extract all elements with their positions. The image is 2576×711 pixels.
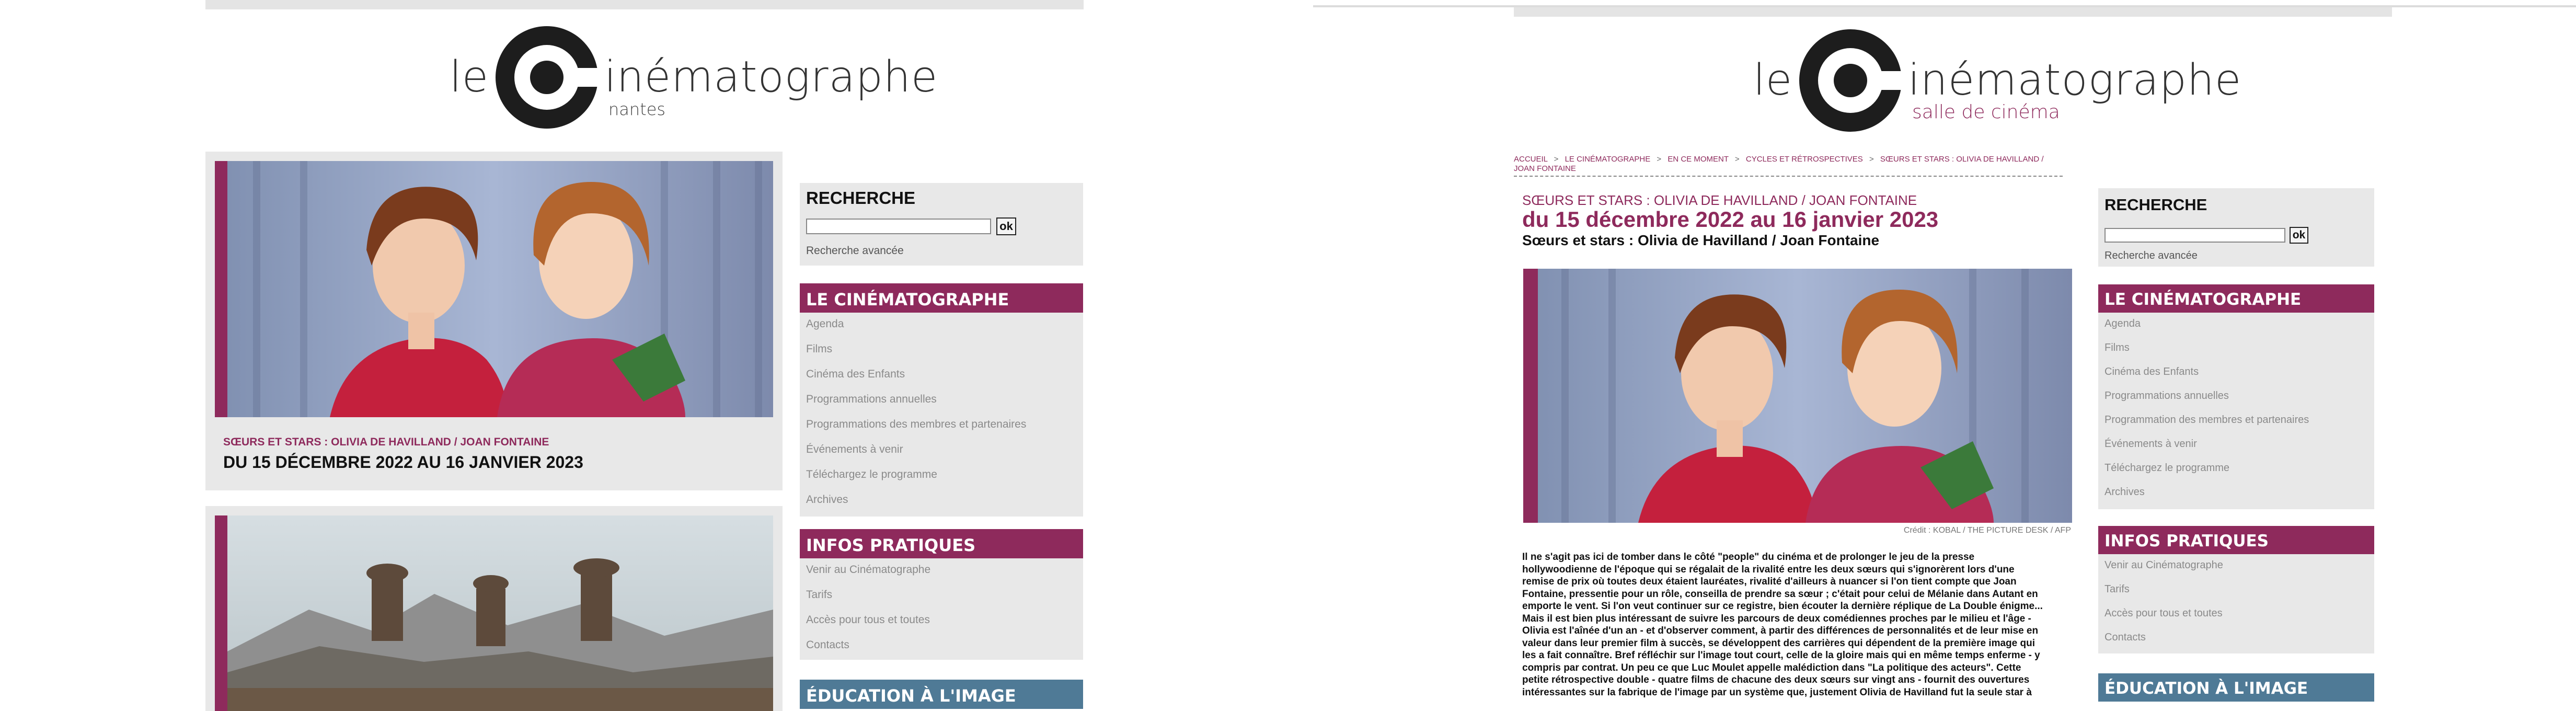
nav-agenda[interactable]: Agenda <box>2104 318 2141 330</box>
cinematographe-head: LE CINÉMATOGRAPHE <box>2098 284 2374 313</box>
infos-head: INFOS PRATIQUES <box>2098 526 2374 554</box>
advanced-search-link[interactable]: Recherche avancée <box>2104 250 2198 262</box>
body-line: petite rétrospective double - quatre fil… <box>1522 674 2030 685</box>
nav-telechargez[interactable]: Téléchargez le programme <box>806 468 937 481</box>
search-box: RECHERCHE ok Recherche avancée <box>800 183 1083 266</box>
article-dates: du 15 décembre 2022 au 16 janvier 2023 <box>1522 207 1939 232</box>
nav-contacts[interactable]: Contacts <box>2104 632 2146 644</box>
nav-contacts[interactable]: Contacts <box>806 639 849 651</box>
search-label: RECHERCHE <box>2104 196 2207 214</box>
nav-venir[interactable]: Venir au Cinématographe <box>806 564 930 576</box>
crumb-sep: > <box>1554 155 1559 164</box>
article-subtitle: Sœurs et stars : Olivia de Havilland / J… <box>1522 232 1880 248</box>
body-line: Mais il est bien plus intéressant de sui… <box>1522 613 2031 624</box>
search-box: RECHERCHE ok Recherche avancée <box>2098 188 2374 267</box>
feature-card[interactable]: SŒURS ET STARS : OLIVIA DE HAVILLAND / J… <box>205 152 783 490</box>
logo-c-icon <box>496 26 600 129</box>
crumb-sep: > <box>1657 155 1662 164</box>
logo-word: inématographe <box>1908 55 2242 105</box>
body-line: hollywoodienne de l'époque qui se régala… <box>1522 564 2015 575</box>
site-logo[interactable]: le inématographe salle de cinéma <box>1753 26 2241 141</box>
nav-evenements[interactable]: Événements à venir <box>2104 438 2197 450</box>
nav-programmation-membres[interactable]: Programmation des membres et partenaires <box>2104 414 2309 426</box>
infos-nav: Venir au Cinématographe Tarifs Accès pou… <box>2098 554 2374 653</box>
cinematographe-nav: Agenda Films Cinéma des Enfants Programm… <box>800 313 1083 517</box>
body-line: intéressantes sur la fabrique de l'image… <box>1522 686 2032 698</box>
article-kicker: SŒURS ET STARS : OLIVIA DE HAVILLAND / J… <box>1522 192 1917 208</box>
logo-le: le <box>450 52 489 102</box>
right-page: le inématographe salle de cinéma ACCUEIL… <box>1288 0 2576 711</box>
logo-sub: salle de cinéma <box>1912 101 2060 123</box>
crumb-sep: > <box>1869 155 1874 164</box>
infos-nav: Venir au Cinématographe Tarifs Accès pou… <box>800 558 1083 660</box>
nav-films[interactable]: Films <box>806 343 832 356</box>
logo-sub: nantes <box>608 99 666 119</box>
site-logo[interactable]: le inématographe nantes <box>450 21 937 136</box>
top-bar <box>205 0 1084 9</box>
nav-archives[interactable]: Archives <box>806 494 848 506</box>
nav-programmations-annuelles[interactable]: Programmations annuelles <box>806 393 937 406</box>
nav-evenements[interactable]: Événements à venir <box>806 443 903 456</box>
nav-cinema-enfants[interactable]: Cinéma des Enfants <box>806 368 905 381</box>
breadcrumb: ACCUEIL > LE CINÉMATOGRAPHE > EN CE MOME… <box>1514 155 2063 177</box>
nav-telechargez[interactable]: Téléchargez le programme <box>2104 462 2229 474</box>
nav-programmations-annuelles[interactable]: Programmations annuelles <box>2104 390 2229 402</box>
nav-agenda[interactable]: Agenda <box>806 318 844 330</box>
advanced-search-link[interactable]: Recherche avancée <box>806 245 904 257</box>
crumb-sep: > <box>1734 155 1740 164</box>
crumb-accueil[interactable]: ACCUEIL <box>1514 155 1547 164</box>
infos-head: INFOS PRATIQUES <box>800 529 1083 558</box>
top-bar <box>1514 7 2392 17</box>
article-image <box>1523 269 2072 523</box>
nav-acces[interactable]: Accès pour tous et toutes <box>2104 607 2223 620</box>
nav-venir[interactable]: Venir au Cinématographe <box>2104 559 2223 571</box>
body-line: remise de prix où toutes deux étaient la… <box>1522 576 2017 587</box>
feature-kicker: SŒURS ET STARS : OLIVIA DE HAVILLAND / J… <box>223 436 549 448</box>
article-body: Il ne s'agit pas ici de tomber dans le c… <box>1522 551 2076 698</box>
film-still-sisters <box>215 161 773 417</box>
body-line: emporte le vent. Si l'on veut continuer … <box>1522 601 2043 612</box>
body-line: valeur dans leur premier film à succès, … <box>1522 637 2035 649</box>
crumb-cinematographe[interactable]: LE CINÉMATOGRAPHE <box>1565 155 1651 164</box>
search-ok-button[interactable]: ok <box>996 217 1016 235</box>
crumb-en-ce-moment[interactable]: EN CE MOMENT <box>1668 155 1728 164</box>
nav-acces[interactable]: Accès pour tous et toutes <box>806 614 930 626</box>
nav-tarifs[interactable]: Tarifs <box>2104 583 2130 595</box>
logo-le: le <box>1753 55 1793 105</box>
body-line: les a fait connaître. Bref réfléchir sur… <box>1522 650 2040 661</box>
body-line: Fontaine, pressentie pour un rôle, conse… <box>1522 588 2038 600</box>
nav-films[interactable]: Films <box>2104 342 2130 354</box>
feature-dates[interactable]: DU 15 DÉCEMBRE 2022 AU 16 JANVIER 2023 <box>223 453 583 472</box>
cinematographe-head: LE CINÉMATOGRAPHE <box>800 283 1083 313</box>
crumb-cycles[interactable]: CYCLES ET RÉTROSPECTIVES <box>1746 155 1863 164</box>
body-line: compris par contrat. Un peu ce que Luc M… <box>1522 662 2021 673</box>
feature-image[interactable] <box>215 161 773 417</box>
search-input[interactable] <box>806 219 991 234</box>
sidebar: RECHERCHE ok Recherche avancée LE CINÉMA… <box>800 152 1083 711</box>
feature-card-2[interactable] <box>205 506 783 711</box>
sidebar: RECHERCHE ok Recherche avancée LE CINÉMA… <box>2098 188 2374 711</box>
education-head: ÉDUCATION À L'IMAGE <box>800 680 1083 709</box>
search-ok-button[interactable]: ok <box>2290 227 2308 244</box>
film-still-kids <box>215 515 773 711</box>
body-line: Il ne s'agit pas ici de tomber dans le c… <box>1522 552 1975 563</box>
image-credit: Crédit : KOBAL / THE PICTURE DESK / AFP <box>1903 526 2071 535</box>
film-still-sisters <box>1523 269 2072 523</box>
search-input[interactable] <box>2104 228 2285 243</box>
body-line: Olivia est l'aînée d'un an - et d'observ… <box>1522 625 2039 636</box>
nav-tarifs[interactable]: Tarifs <box>806 589 832 601</box>
feature-image-2[interactable] <box>215 515 773 711</box>
nav-cinema-enfants[interactable]: Cinéma des Enfants <box>2104 366 2199 378</box>
cinematographe-nav: Agenda Films Cinéma des Enfants Programm… <box>2098 313 2374 509</box>
nav-programmations-membres[interactable]: Programmations des membres et partenaire… <box>806 418 1026 431</box>
nav-archives[interactable]: Archives <box>2104 486 2145 498</box>
logo-c-icon <box>1799 29 1904 132</box>
education-head: ÉDUCATION À L'IMAGE <box>2098 673 2374 702</box>
left-page: le inématographe nantes SŒURS ET STARS:… <box>0 0 1288 711</box>
search-label: RECHERCHE <box>806 188 916 208</box>
logo-word: inématographe <box>604 52 938 102</box>
